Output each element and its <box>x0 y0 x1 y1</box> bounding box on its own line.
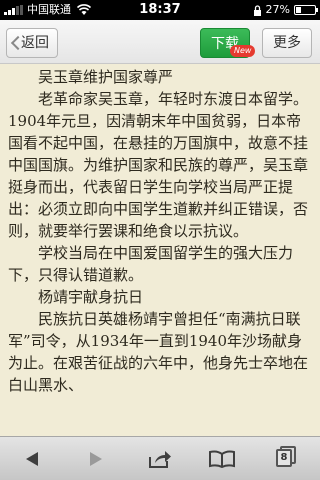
more-button[interactable]: 更多 <box>262 28 312 58</box>
battery-percent: 27% <box>265 3 290 16</box>
back-button[interactable]: 返回 <box>6 28 58 58</box>
article-paragraph: 民族抗日英雄杨靖宇曾担任“南满抗日联军”司令，从1934年一直到1940年沙场献… <box>8 310 309 394</box>
back-button-label: 返回 <box>21 35 49 51</box>
article-content: 吴玉章维护国家尊严 老革命家吴玉章，年轻时东渡日本留学。1904年元旦，因清朝末… <box>8 66 314 434</box>
new-badge: New <box>230 45 256 57</box>
orientation-lock-icon <box>253 4 261 16</box>
tabs-count-badge: 8 <box>276 449 292 467</box>
forward-triangle-icon <box>90 452 102 466</box>
forward-nav-button[interactable] <box>76 437 116 480</box>
status-bar: 中国联通 18:37 27% <box>0 0 320 20</box>
article-paragraph: 老革命家吴玉章，年轻时东渡日本留学。1904年元旦，因清朝末年中国贫弱，日本帝国… <box>8 90 309 240</box>
nav-bar: 返回 下载 New 更多 <box>0 20 320 64</box>
article-paragraph: 学校当局在中国爱国留学生的强大压力下，只得认错道歉。 <box>8 244 294 284</box>
back-triangle-icon <box>26 452 38 466</box>
back-nav-button[interactable] <box>12 437 52 480</box>
tabs-button[interactable]: 8 <box>264 437 304 480</box>
share-icon <box>149 451 171 468</box>
browser-toolbar: 8 <box>0 436 320 480</box>
battery-fill <box>296 7 301 13</box>
share-button[interactable] <box>140 437 180 480</box>
section-title: 吴玉章维护国家尊严 <box>38 68 174 86</box>
book-icon <box>209 450 235 468</box>
battery-icon <box>294 5 318 15</box>
section-title: 杨靖宇献身抗日 <box>38 288 144 306</box>
status-right: 27% <box>253 3 318 17</box>
bookmarks-button[interactable] <box>202 437 242 480</box>
